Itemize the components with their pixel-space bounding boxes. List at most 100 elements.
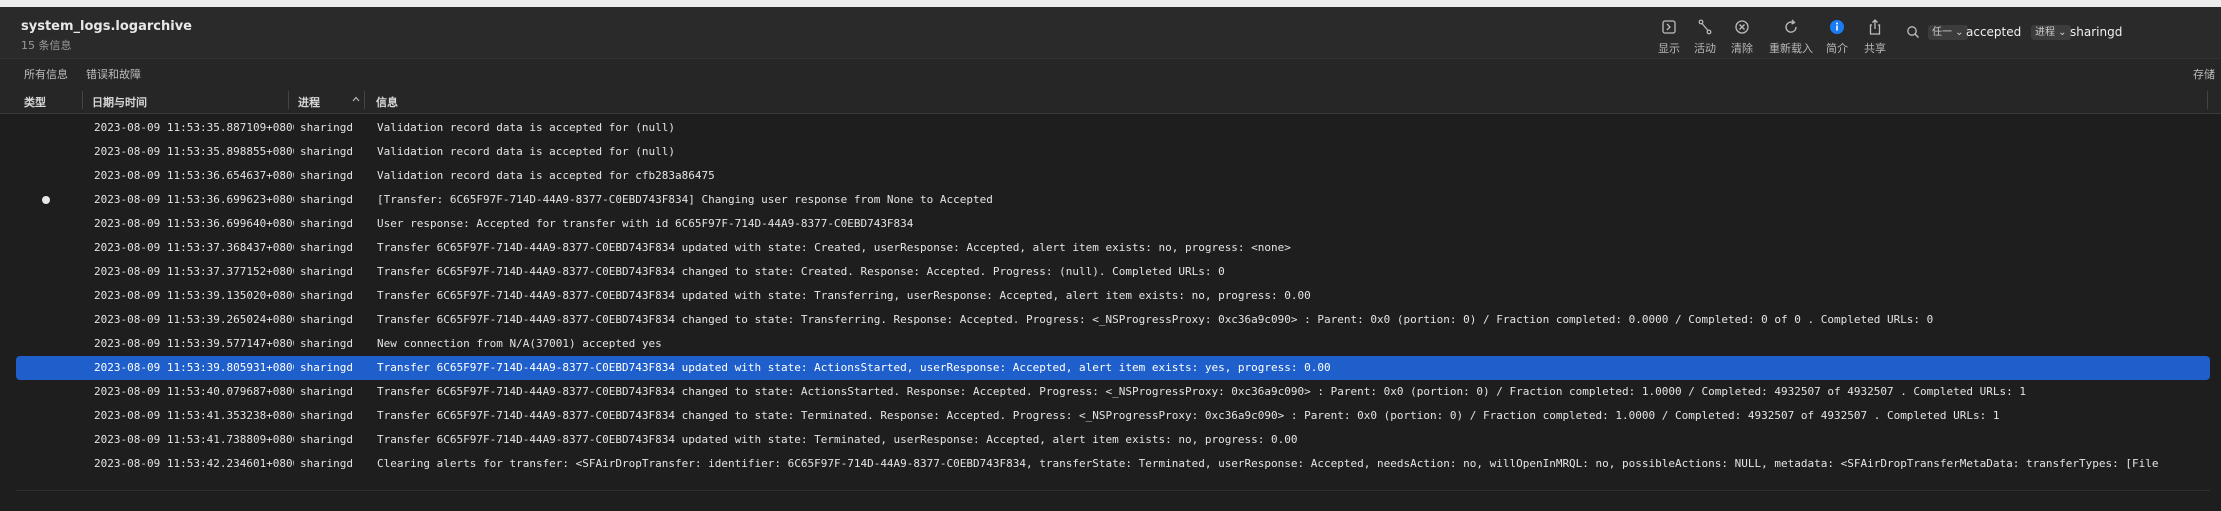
row-datetime: 2023-08-09 11:53:35.898855+0800 bbox=[94, 145, 294, 158]
reload-icon bbox=[1785, 19, 1797, 33]
row-datetime: 2023-08-09 11:53:37.368437+0800 bbox=[94, 241, 294, 254]
clear-button[interactable]: 清除 bbox=[1720, 18, 1764, 56]
search-token-scope-process[interactable]: 进程 ⌄ bbox=[2031, 25, 2071, 40]
search-icon bbox=[1907, 26, 1919, 38]
row-process: sharingd bbox=[300, 217, 353, 230]
row-message: Transfer 6C65F97F-714D-44A9-8377-C0EBD74… bbox=[377, 433, 1298, 446]
table-row[interactable]: 2023-08-09 11:53:36.654637+0800 sharingd V… bbox=[16, 164, 2210, 188]
message-count: 15 条信息 bbox=[21, 39, 72, 52]
table-row[interactable]: 2023-08-09 11:53:39.805931+0800 sharingd T… bbox=[16, 356, 2210, 380]
reload-button[interactable]: 重新载入 bbox=[1769, 18, 1813, 56]
row-message: Transfer 6C65F97F-714D-44A9-8377-C0EBD74… bbox=[377, 265, 1225, 278]
table-row[interactable]: 2023-08-09 11:53:36.699640+0800 sharingd U… bbox=[16, 212, 2210, 236]
table-bottom-divider bbox=[16, 490, 2210, 491]
row-process: sharingd bbox=[300, 145, 353, 158]
search-token-scope-any[interactable]: 任一 ⌄ bbox=[1928, 25, 1968, 40]
row-process: sharingd bbox=[300, 361, 353, 374]
table-row[interactable]: 2023-08-09 11:53:39.135020+0800 sharingd T… bbox=[16, 284, 2210, 308]
row-message: New connection from N/A(37001) accepted … bbox=[377, 337, 662, 350]
row-datetime: 2023-08-09 11:53:41.738809+0800 bbox=[94, 433, 294, 446]
row-process: sharingd bbox=[300, 433, 353, 446]
row-datetime: 2023-08-09 11:53:36.699623+0800 bbox=[94, 193, 294, 206]
row-datetime: 2023-08-09 11:53:35.887109+0800 bbox=[94, 121, 294, 134]
row-datetime: 2023-08-09 11:53:41.353238+0800 bbox=[94, 409, 294, 422]
window-top-strip bbox=[0, 0, 2221, 8]
row-process: sharingd bbox=[300, 265, 353, 278]
log-table: 2023-08-09 11:53:35.887109+0800 sharingd V… bbox=[0, 116, 2221, 476]
column-process[interactable]: 进程 bbox=[298, 94, 320, 110]
table-row[interactable]: 2023-08-09 11:53:37.368437+0800 sharingd T… bbox=[16, 236, 2210, 260]
row-message: Transfer 6C65F97F-714D-44A9-8377-C0EBD74… bbox=[377, 385, 2027, 398]
row-message: Transfer 6C65F97F-714D-44A9-8377-C0EBD74… bbox=[377, 409, 2000, 422]
row-message: Transfer 6C65F97F-714D-44A9-8377-C0EBD74… bbox=[377, 313, 1934, 326]
row-process: sharingd bbox=[300, 241, 353, 254]
table-row[interactable]: 2023-08-09 11:53:36.699623+0800 sharingd [… bbox=[16, 188, 2210, 212]
row-message: User response: Accepted for transfer wit… bbox=[377, 217, 914, 230]
activity-icon bbox=[1698, 19, 1712, 35]
row-datetime: 2023-08-09 11:53:39.577147+0800 bbox=[94, 337, 294, 350]
row-process: sharingd bbox=[300, 409, 353, 422]
row-datetime: 2023-08-09 11:53:36.699640+0800 bbox=[94, 217, 294, 230]
default-level-dot-icon bbox=[42, 196, 50, 204]
row-message: Validation record data is accepted for (… bbox=[377, 121, 676, 134]
row-datetime: 2023-08-09 11:53:39.135020+0800 bbox=[94, 289, 294, 302]
row-process: sharingd bbox=[300, 193, 353, 206]
document-title: system_logs.logarchive bbox=[21, 19, 192, 34]
clear-label: 清除 bbox=[1731, 42, 1753, 55]
token-scope-label: 任一 bbox=[1932, 27, 1952, 38]
table-row[interactable]: 2023-08-09 11:53:41.353238+0800 sharingd T… bbox=[16, 404, 2210, 428]
table-row[interactable]: 2023-08-09 11:53:42.234601+0800 sharingd C… bbox=[16, 452, 2210, 476]
share-label: 共享 bbox=[1864, 42, 1886, 55]
column-divider[interactable] bbox=[2207, 91, 2208, 109]
row-process: sharingd bbox=[300, 169, 353, 182]
row-message: Validation record data is accepted for c… bbox=[377, 169, 715, 182]
row-datetime: 2023-08-09 11:53:36.654637+0800 bbox=[94, 169, 294, 182]
row-message: Transfer 6C65F97F-714D-44A9-8377-C0EBD74… bbox=[377, 241, 1291, 254]
reload-label: 重新载入 bbox=[1769, 42, 1813, 55]
search-token-accepted[interactable]: accepted bbox=[1966, 25, 2021, 39]
row-message: Clearing alerts for transfer: <SFAirDrop… bbox=[377, 457, 2159, 470]
table-row[interactable]: 2023-08-09 11:53:35.898855+0800 sharingd V… bbox=[16, 140, 2210, 164]
table-row[interactable]: 2023-08-09 11:53:40.079687+0800 sharingd T… bbox=[16, 380, 2210, 404]
row-datetime: 2023-08-09 11:53:37.377152+0800 bbox=[94, 265, 294, 278]
row-datetime: 2023-08-09 11:53:42.234601+0800 bbox=[94, 457, 294, 470]
row-datetime: 2023-08-09 11:53:39.805931+0800 bbox=[94, 361, 294, 374]
column-datetime[interactable]: 日期与时间 bbox=[92, 94, 147, 110]
row-process: sharingd bbox=[300, 385, 353, 398]
share-button[interactable]: 共享 bbox=[1853, 18, 1897, 56]
table-row[interactable]: 2023-08-09 11:53:39.265024+0800 sharingd T… bbox=[16, 308, 2210, 332]
search-field[interactable]: 任一 ⌄ accepted 进程 ⌄ sharingd bbox=[1900, 22, 2221, 44]
row-process: sharingd bbox=[300, 457, 353, 470]
row-message: Transfer 6C65F97F-714D-44A9-8377-C0EBD74… bbox=[377, 361, 1331, 374]
column-message[interactable]: 信息 bbox=[376, 94, 398, 110]
table-row[interactable]: 2023-08-09 11:53:35.887109+0800 sharingd V… bbox=[16, 116, 2210, 140]
sidebar-icon bbox=[1662, 20, 1676, 34]
row-message: Validation record data is accepted for (… bbox=[377, 145, 676, 158]
search-token-sharingd[interactable]: sharingd bbox=[2070, 25, 2122, 39]
column-type[interactable]: 类型 bbox=[24, 94, 46, 110]
row-datetime: 2023-08-09 11:53:39.265024+0800 bbox=[94, 313, 294, 326]
row-process: sharingd bbox=[300, 313, 353, 326]
row-message: [Transfer: 6C65F97F-714D-44A9-8377-C0EBD… bbox=[377, 193, 993, 206]
table-row[interactable]: 2023-08-09 11:53:41.738809+0800 sharingd T… bbox=[16, 428, 2210, 452]
filter-errors-faults[interactable]: 错误和故障 bbox=[86, 66, 141, 82]
toolbar: system_logs.logarchive 15 条信息 显示 活动 清除 重… bbox=[0, 8, 2221, 58]
row-datetime: 2023-08-09 11:53:40.079687+0800 bbox=[94, 385, 294, 398]
filter-bar: 所有信息 错误和故障 存储 bbox=[0, 58, 2221, 88]
info-icon bbox=[1830, 20, 1844, 34]
row-process: sharingd bbox=[300, 337, 353, 350]
table-row[interactable]: 2023-08-09 11:53:37.377152+0800 sharingd T… bbox=[16, 260, 2210, 284]
column-header: 类型 日期与时间 进程 信息 bbox=[0, 87, 2221, 114]
row-process: sharingd bbox=[300, 121, 353, 134]
clear-icon bbox=[1735, 20, 1749, 34]
share-icon bbox=[1869, 19, 1881, 35]
filter-all-messages[interactable]: 所有信息 bbox=[24, 66, 68, 82]
sort-ascending-icon bbox=[352, 96, 360, 102]
column-divider[interactable] bbox=[288, 91, 289, 109]
save-button[interactable]: 存储 bbox=[2193, 66, 2215, 82]
column-divider[interactable] bbox=[82, 91, 83, 109]
row-message: Transfer 6C65F97F-714D-44A9-8377-C0EBD74… bbox=[377, 289, 1311, 302]
column-divider[interactable] bbox=[364, 91, 365, 109]
table-row[interactable]: 2023-08-09 11:53:39.577147+0800 sharingd N… bbox=[16, 332, 2210, 356]
token-scope-label: 进程 bbox=[2035, 27, 2055, 38]
